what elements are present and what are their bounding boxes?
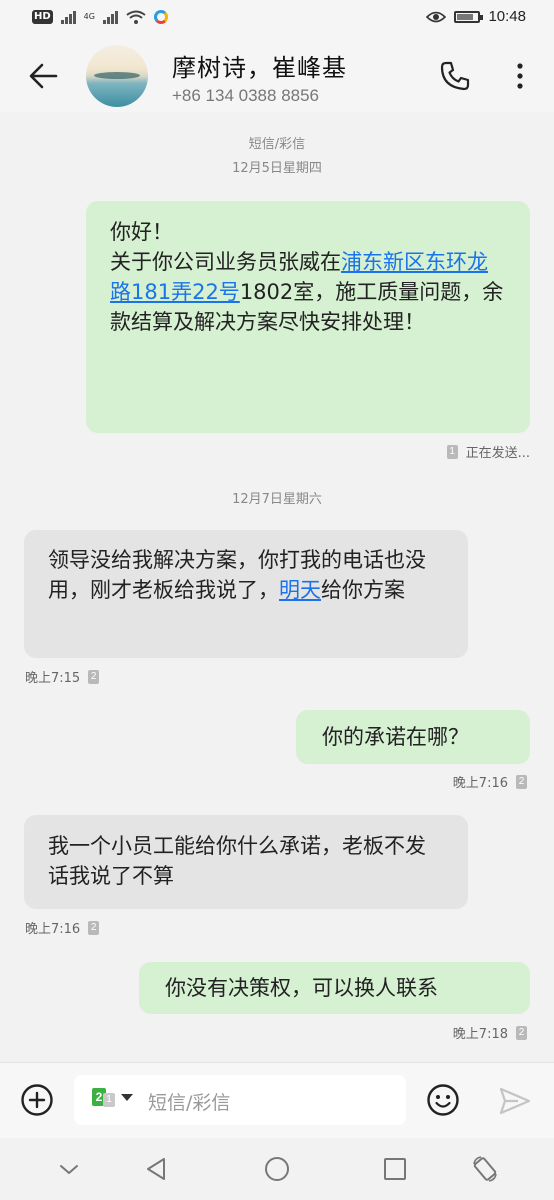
message-text: 你没有决策权，可以换人联系 <box>165 976 438 1000</box>
sim-1-badge: 1 <box>103 1093 115 1107</box>
signal-icon <box>60 10 76 24</box>
message-text: 给你方案 <box>321 578 405 602</box>
add-circle-icon[interactable] <box>20 1083 54 1117</box>
message-time: 晚上7:18 <box>452 1027 508 1042</box>
chevron-down-icon[interactable] <box>54 1154 84 1184</box>
hd-indicator: HD <box>32 10 53 24</box>
date-divider: 12月7日星期六 <box>232 492 322 507</box>
status-right: 10:48 <box>426 8 526 25</box>
back-triangle-icon[interactable] <box>142 1154 172 1184</box>
outgoing-message[interactable]: 你的承诺在哪？ <box>296 710 530 764</box>
message-text: 关于你公司业务员张威在 <box>110 250 341 274</box>
sim-badge: 2 <box>516 1025 527 1040</box>
message-meta: 晚上7:16 2 <box>25 918 100 937</box>
recents-square-icon[interactable] <box>380 1154 410 1184</box>
message-time: 晚上7:15 <box>25 671 81 686</box>
network-type-label: 4G <box>83 12 95 21</box>
outgoing-message[interactable]: 你没有决策权，可以换人联系 <box>139 962 530 1014</box>
contact-name: 摩树诗，崔峰基 <box>172 54 347 82</box>
compose-bar: 2 1 短信/彩信 <box>0 1062 554 1139</box>
app-notification-icon <box>153 10 168 24</box>
back-arrow-icon[interactable] <box>24 56 64 96</box>
status-time: 10:48 <box>488 8 526 25</box>
message-text: 你的承诺在哪？ <box>322 725 469 749</box>
sim-badge: 2 <box>88 669 100 684</box>
conversation-header: 摩树诗，崔峰基 +86 134 0388 8856 <box>0 40 554 112</box>
system-nav-bar <box>0 1138 554 1200</box>
send-icon[interactable] <box>498 1085 532 1117</box>
outgoing-message[interactable]: 你好！ 关于你公司业务员张威在浦东新区东环龙路181弄22号1802室，施工质量… <box>86 201 530 433</box>
sending-status: 正在发送... <box>465 446 530 461</box>
incoming-message[interactable]: 领导没给我解决方案，你打我的电话也没用，刚才老板给我说了，明天给你方案 <box>24 530 468 658</box>
message-meta: 晚上7:16 2 <box>453 772 527 791</box>
home-circle-icon[interactable] <box>262 1154 292 1184</box>
date-link[interactable]: 明天 <box>279 578 321 602</box>
sim-badge: 2 <box>516 774 527 789</box>
emoji-icon[interactable] <box>426 1083 460 1117</box>
status-bar: HD 4G 10:48 <box>0 0 554 40</box>
battery-icon <box>454 10 484 23</box>
avatar[interactable] <box>86 45 148 107</box>
chevron-down-icon <box>121 1093 133 1101</box>
more-vertical-icon[interactable] <box>508 58 532 94</box>
message-text: 我一个小员工能给你什么承诺，老板不发话我说了不算 <box>48 834 426 888</box>
thread-type-label: 短信/彩信 <box>248 137 306 152</box>
incoming-message[interactable]: 我一个小员工能给你什么承诺，老板不发话我说了不算 <box>24 815 468 909</box>
sim-badge: 2 <box>88 920 100 935</box>
message-meta: 晚上7:18 2 <box>453 1023 527 1042</box>
message-time: 晚上7:16 <box>25 922 81 937</box>
contact-phone: +86 134 0388 8856 <box>172 86 320 105</box>
rotate-icon[interactable] <box>470 1154 500 1184</box>
input-placeholder: 短信/彩信 <box>148 1092 231 1114</box>
message-meta: 晚上7:15 2 <box>25 667 100 686</box>
message-time: 晚上7:16 <box>452 776 508 791</box>
eye-comfort-icon <box>426 11 447 22</box>
signal-2-icon <box>102 10 118 24</box>
message-text: 你好！ <box>110 220 173 244</box>
date-divider: 12月5日星期四 <box>232 161 322 176</box>
status-left: HD 4G <box>32 10 168 24</box>
message-list[interactable]: 短信/彩信 12月5日星期四 你好！ 关于你公司业务员张威在浦东新区东环龙路18… <box>0 112 554 1062</box>
sim-selector[interactable]: 2 1 <box>92 1087 133 1107</box>
message-input[interactable]: 2 1 短信/彩信 <box>74 1075 406 1125</box>
message-status: 1 正在发送... <box>446 442 530 461</box>
wifi-icon <box>126 10 146 24</box>
sim-badge: 1 <box>446 444 458 459</box>
phone-icon[interactable] <box>437 58 473 94</box>
